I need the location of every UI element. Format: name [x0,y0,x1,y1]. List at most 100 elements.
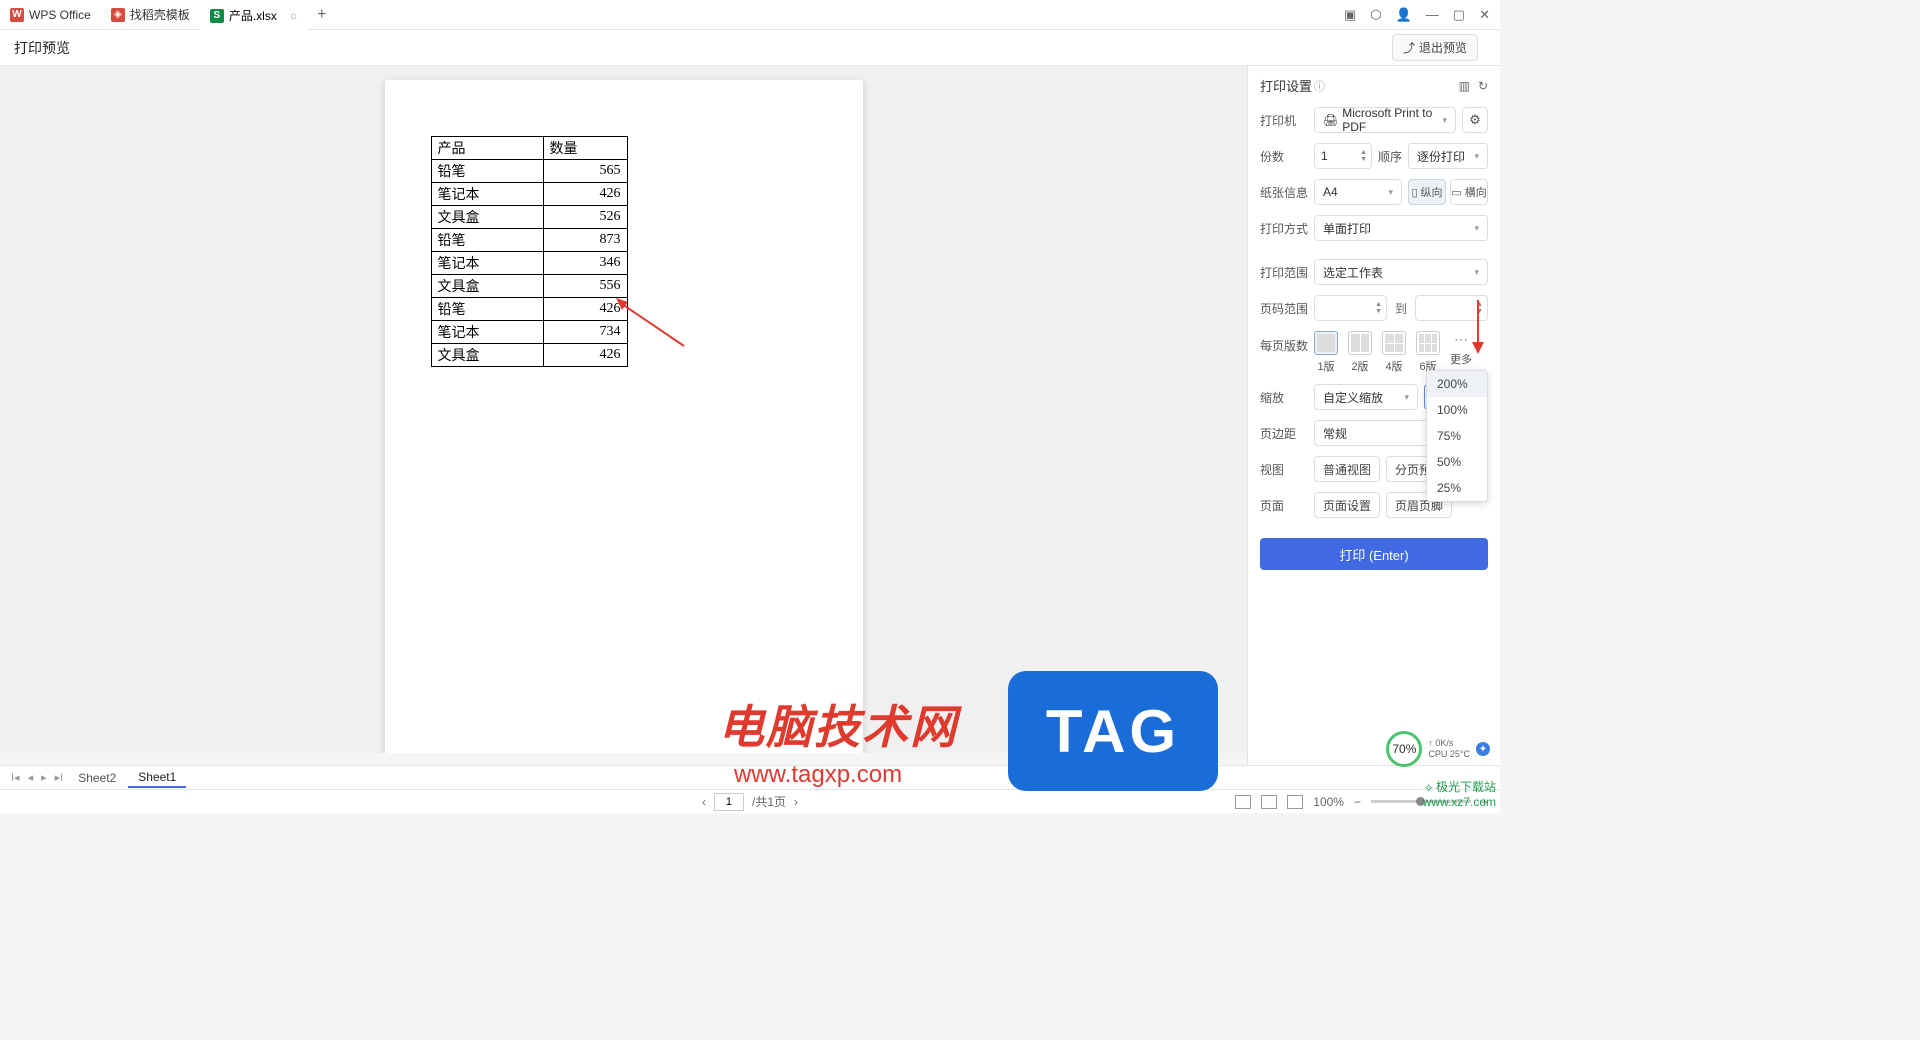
app-tab[interactable]: W WPS Office [0,0,101,30]
refresh-icon[interactable]: ↻ [1478,79,1488,93]
printer-icon: 🖨 [1323,113,1338,127]
printer-label: 打印机 [1260,112,1308,129]
exit-preview-button[interactable]: ⤴ 退出预览 [1392,34,1478,61]
layout-label: 每页版数 [1260,331,1308,354]
app-tab-label: WPS Office [29,8,91,22]
sheet-tab-sheet1[interactable]: Sheet1 [128,768,186,788]
table-row: 笔记本346 [431,252,627,275]
maximize-icon[interactable]: ▢ [1453,7,1465,23]
table-row: 文具盒426 [431,344,627,367]
range-select[interactable]: 选定工作表 ▾ [1314,259,1488,285]
side-label: 打印方式 [1260,220,1308,237]
chevron-down-icon: ▾ [1388,187,1393,198]
page-from-input[interactable]: ▲▼ [1314,295,1387,321]
table-row: 铅笔565 [431,160,627,183]
header-qty: 数量 [543,137,627,160]
order-select[interactable]: 逐份打印 ▾ [1408,143,1488,169]
layout-2-option[interactable]: 2版 [1348,331,1372,374]
file-tab[interactable]: S 产品.xlsx ○ [200,0,307,30]
page-number-input[interactable] [714,793,744,811]
layout-icon[interactable]: ▥ [1459,79,1470,93]
xlsx-icon: S [210,9,224,23]
perf-circle: 70% [1386,731,1422,767]
zoom-option-25[interactable]: 25% [1427,475,1487,501]
chevron-down-icon: ▾ [1474,223,1479,234]
zoom-option-50[interactable]: 50% [1427,449,1487,475]
portrait-icon: ▯ [1411,186,1417,199]
avatar-icon[interactable]: 👤 [1396,7,1412,23]
landscape-icon: ▭ [1451,186,1461,199]
cube-icon[interactable]: ⬡ [1370,7,1381,23]
page-title: 打印预览 [14,38,70,58]
help-icon[interactable]: ⓘ [1314,78,1325,94]
side-select[interactable]: 单面打印 ▾ [1314,215,1488,241]
zoom-value-label[interactable]: 100% [1313,795,1344,809]
print-button[interactable]: 打印 (Enter) [1260,538,1488,570]
sheet-nav-prev[interactable]: ◂ [25,771,37,784]
page-to-input[interactable]: ▲▼ [1415,295,1488,321]
chevron-down-icon: ▾ [1474,151,1479,162]
chevron-down-icon: ▾ [1474,267,1479,278]
perf-badge-icon: ✦ [1476,742,1490,756]
landscape-toggle[interactable]: ▭ 横向 [1450,179,1488,205]
minimize-icon[interactable]: — [1426,7,1439,22]
portrait-toggle[interactable]: ▯ 纵向 [1408,179,1446,205]
window-controls: ▣ ⬡ 👤 — ▢ ✕ [1344,7,1500,23]
paper-select[interactable]: A4 ▾ [1314,179,1402,205]
template-tab[interactable]: ◈ 找稻壳模板 [101,0,200,30]
printer-settings-button[interactable]: ⚙ [1462,107,1488,133]
table-row: 铅笔426 [431,298,627,321]
view-label: 视图 [1260,461,1308,478]
zoom-out-button[interactable]: − [1354,795,1361,809]
perf-widget: 70% ↑ 0K/s CPU 25°C ✦ [1386,731,1490,767]
panel-icon[interactable]: ▣ [1344,7,1356,23]
sheet-nav-next[interactable]: ▸ [38,771,50,784]
view-mode-2-icon[interactable] [1261,795,1277,809]
panel-title: 打印设置 [1260,76,1312,95]
table-row: 铅笔873 [431,229,627,252]
table-row: 文具盒526 [431,206,627,229]
status-bar: ‹ /共1页 › 100% − + [0,789,1500,813]
layout-6-option[interactable]: 6版 [1416,331,1440,374]
zoom-option-100[interactable]: 100% [1427,397,1487,423]
watermark-text: 电脑技术网 [718,691,958,757]
view-mode-3-icon[interactable] [1287,795,1303,809]
table-header-row: 产品 数量 [431,137,627,160]
layout-4-option[interactable]: 4版 [1382,331,1406,374]
layout-more-option[interactable]: ⋯ 更多 [1450,331,1472,367]
close-icon[interactable]: ✕ [1479,7,1490,23]
preview-canvas[interactable]: 产品 数量 铅笔565 笔记本426 文具盒526 铅笔873 笔记本346 文… [0,66,1247,765]
header-product: 产品 [431,137,543,160]
scale-select[interactable]: 自定义缩放 ▾ [1314,384,1418,410]
zoom-option-75[interactable]: 75% [1427,423,1487,449]
printer-select[interactable]: 🖨 Microsoft Print to PDF ▾ [1314,107,1456,133]
watermark-footer: ⟡ 极光下载站 www.xz7.com [1423,778,1496,809]
perf-stats: ↑ 0K/s CPU 25°C [1428,738,1470,760]
layout-1-option[interactable]: 1版 [1314,331,1338,374]
range-label: 打印范围 [1260,264,1308,281]
scale-label: 缩放 [1260,389,1308,406]
sheet-nav-last[interactable]: ▸I [52,771,67,784]
sheet-nav-first[interactable]: I◂ [8,771,23,784]
watermark-url: www.tagxp.com [734,761,902,789]
page-next-button[interactable]: › [794,795,798,809]
normal-view-button[interactable]: 普通视图 [1314,456,1380,482]
template-icon: ◈ [111,8,125,22]
copies-spinner[interactable]: 1 ▲▼ [1314,143,1372,169]
print-settings-panel: 打印设置 ⓘ ▥ ↻ 打印机 🖨 Microsoft Print to PDF … [1247,66,1500,765]
pages-to-label: 到 [1393,300,1409,317]
view-mode-1-icon[interactable] [1235,795,1251,809]
margin-label: 页边距 [1260,425,1308,442]
sheet-tab-sheet2[interactable]: Sheet2 [68,769,126,787]
table-row: 笔记本734 [431,321,627,344]
tab-menu-icon[interactable]: ○ [290,9,297,23]
exit-label: 退出预览 [1419,39,1467,56]
main-area: 产品 数量 铅笔565 笔记本426 文具盒526 铅笔873 笔记本346 文… [0,66,1500,765]
page-label: 页面 [1260,497,1308,514]
data-table: 产品 数量 铅笔565 笔记本426 文具盒526 铅笔873 笔记本346 文… [431,136,628,367]
wps-icon: W [10,8,24,22]
page-setup-button[interactable]: 页面设置 [1314,492,1380,518]
add-tab-button[interactable]: + [307,6,336,24]
page-prev-button[interactable]: ‹ [702,795,706,809]
zoom-option-200[interactable]: 200% [1427,371,1487,397]
